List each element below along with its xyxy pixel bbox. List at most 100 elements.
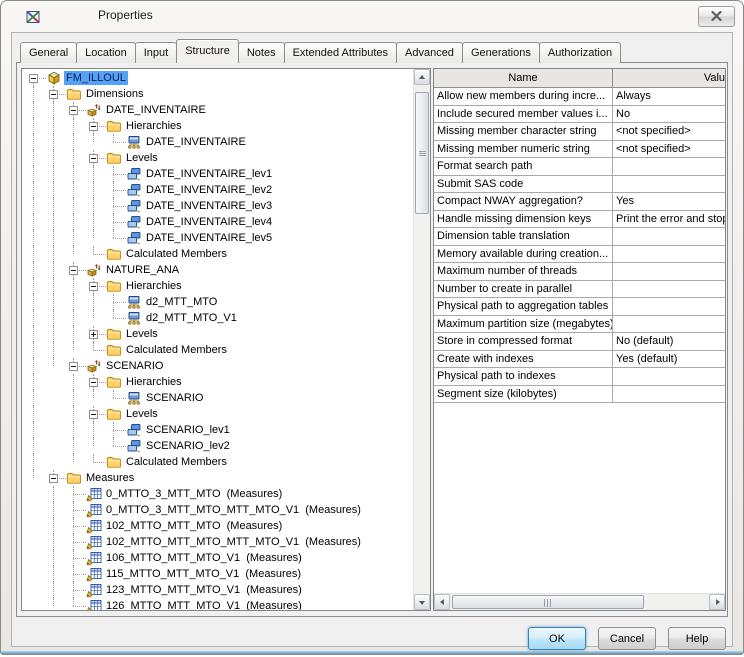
tree-node[interactable]: SCENARIO bbox=[22, 358, 413, 374]
cancel-button[interactable]: Cancel bbox=[598, 627, 656, 650]
property-row[interactable]: Maximum partition size (megabytes) bbox=[434, 316, 726, 334]
property-value-cell[interactable] bbox=[613, 368, 726, 386]
expander-minus-icon[interactable] bbox=[89, 282, 98, 291]
property-row[interactable]: Segment size (kilobytes) bbox=[434, 386, 726, 404]
property-value-cell[interactable]: Yes bbox=[613, 193, 726, 211]
ok-button[interactable]: OK bbox=[528, 627, 586, 650]
tree-node[interactable]: Calculated Members bbox=[22, 342, 413, 358]
property-row[interactable]: Format search path bbox=[434, 158, 726, 176]
expander-minus-icon[interactable] bbox=[49, 474, 58, 483]
close-button[interactable] bbox=[698, 6, 735, 27]
property-row[interactable]: Maximum number of threads bbox=[434, 263, 726, 281]
tree-node[interactable]: SCENARIO_lev1 bbox=[22, 422, 413, 438]
property-value-cell[interactable] bbox=[613, 246, 726, 264]
tree-node[interactable]: Hierarchies bbox=[22, 374, 413, 390]
tree-node[interactable]: d2_MTT_MTO bbox=[22, 294, 413, 310]
property-row[interactable]: Physical path to indexes bbox=[434, 368, 726, 386]
property-value-cell[interactable] bbox=[613, 316, 726, 334]
tree-node[interactable]: DATE_INVENTAIRE_lev5 bbox=[22, 230, 413, 246]
expander-plus-icon[interactable] bbox=[89, 330, 98, 339]
tree-node[interactable]: 106_MTTO_MTT_MTO_V1 (Measures) bbox=[22, 550, 413, 566]
expander-minus-icon[interactable] bbox=[69, 362, 78, 371]
scroll-down-button[interactable] bbox=[414, 594, 430, 610]
tab-advanced[interactable]: Advanced bbox=[396, 42, 463, 63]
property-value-cell[interactable]: Always bbox=[613, 88, 726, 106]
tree-node[interactable]: 126_MTTO_MTT_MTO_V1 (Measures) bbox=[22, 598, 413, 610]
property-row[interactable]: Physical path to aggregation tables bbox=[434, 298, 726, 316]
tree-node[interactable]: Levels bbox=[22, 406, 413, 422]
tree-node[interactable]: DATE_INVENTAIRE_lev2 bbox=[22, 182, 413, 198]
column-header-value[interactable]: Value bbox=[613, 69, 726, 88]
property-row[interactable]: Number to create in parallel bbox=[434, 281, 726, 299]
tree-node[interactable]: DATE_INVENTAIRE bbox=[22, 102, 413, 118]
tab-structure[interactable]: Structure bbox=[176, 39, 239, 63]
tab-input[interactable]: Input bbox=[135, 42, 177, 63]
tree-node[interactable]: 102_MTTO_MTT_MTO_MTT_MTO_V1 (Measures) bbox=[22, 534, 413, 550]
property-row[interactable]: Store in compressed formatNo (default) bbox=[434, 333, 726, 351]
tree-node[interactable]: Dimensions bbox=[22, 86, 413, 102]
tree-node[interactable]: Hierarchies bbox=[22, 118, 413, 134]
property-row[interactable]: Dimension table translation bbox=[434, 228, 726, 246]
property-row[interactable]: Create with indexesYes (default) bbox=[434, 351, 726, 369]
scroll-left-button[interactable] bbox=[434, 594, 450, 610]
property-value-cell[interactable]: <not specified> bbox=[613, 141, 726, 159]
scroll-up-button[interactable] bbox=[414, 69, 430, 85]
scrollbar-thumb[interactable] bbox=[415, 92, 429, 214]
tree-node[interactable]: d2_MTT_MTO_V1 bbox=[22, 310, 413, 326]
property-value-cell[interactable] bbox=[613, 228, 726, 246]
property-row[interactable]: Submit SAS code bbox=[434, 176, 726, 194]
scroll-right-button[interactable] bbox=[709, 594, 725, 610]
property-value-cell[interactable] bbox=[613, 263, 726, 281]
tree-node[interactable]: Hierarchies bbox=[22, 278, 413, 294]
expander-minus-icon[interactable] bbox=[69, 266, 78, 275]
column-header-name[interactable]: Name bbox=[434, 69, 613, 88]
property-value-cell[interactable]: No (default) bbox=[613, 333, 726, 351]
property-row[interactable]: Memory available during creation... bbox=[434, 246, 726, 264]
tree-node[interactable]: 115_MTTO_MTT_MTO_V1 (Measures) bbox=[22, 566, 413, 582]
tab-extended-attributes[interactable]: Extended Attributes bbox=[284, 42, 397, 63]
title-bar[interactable]: Properties bbox=[1, 1, 743, 32]
property-row[interactable]: Allow new members during incre...Always bbox=[434, 88, 726, 106]
property-value-cell[interactable] bbox=[613, 176, 726, 194]
expander-minus-icon[interactable] bbox=[49, 90, 58, 99]
property-value-cell[interactable]: Print the error and stop bbox=[613, 211, 726, 229]
tree-node[interactable]: DATE_INVENTAIRE_lev3 bbox=[22, 198, 413, 214]
property-row[interactable]: Handle missing dimension keysPrint the e… bbox=[434, 211, 726, 229]
tab-authorization[interactable]: Authorization bbox=[539, 42, 621, 63]
expander-minus-icon[interactable] bbox=[89, 410, 98, 419]
tree-node[interactable]: 123_MTTO_MTT_MTO_V1 (Measures) bbox=[22, 582, 413, 598]
property-value-cell[interactable]: Yes (default) bbox=[613, 351, 726, 369]
property-row[interactable]: Include secured member values i...No bbox=[434, 106, 726, 124]
tree-vertical-scrollbar[interactable] bbox=[413, 69, 430, 610]
tab-notes[interactable]: Notes bbox=[238, 42, 285, 63]
scrollbar-thumb[interactable] bbox=[452, 595, 644, 609]
help-button[interactable]: Help bbox=[668, 627, 726, 650]
tree-node[interactable]: DATE_INVENTAIRE_lev4 bbox=[22, 214, 413, 230]
property-row[interactable]: Missing member numeric string<not specif… bbox=[434, 141, 726, 159]
tree-node[interactable]: DATE_INVENTAIRE_lev1 bbox=[22, 166, 413, 182]
expander-minus-icon[interactable] bbox=[89, 378, 98, 387]
property-row[interactable]: Missing member character string<not spec… bbox=[434, 123, 726, 141]
tree-node[interactable]: 0_MTTO_3_MTT_MTO (Measures) bbox=[22, 486, 413, 502]
tree-node[interactable]: SCENARIO_lev2 bbox=[22, 438, 413, 454]
property-value-cell[interactable] bbox=[613, 386, 726, 404]
tree-node[interactable]: 0_MTTO_3_MTT_MTO_MTT_MTO_V1 (Measures) bbox=[22, 502, 413, 518]
table-horizontal-scrollbar[interactable] bbox=[434, 593, 725, 610]
tab-generations[interactable]: Generations bbox=[462, 42, 540, 63]
tree-node[interactable]: Measures bbox=[22, 470, 413, 486]
expander-minus-icon[interactable] bbox=[89, 122, 98, 131]
property-row[interactable]: Compact NWAY aggregation?Yes bbox=[434, 193, 726, 211]
property-value-cell[interactable]: No bbox=[613, 106, 726, 124]
tree-node[interactable]: Calculated Members bbox=[22, 454, 413, 470]
tree-node[interactable]: SCENARIO bbox=[22, 390, 413, 406]
tree-node[interactable]: NATURE_ANA bbox=[22, 262, 413, 278]
tree-node[interactable]: Levels bbox=[22, 150, 413, 166]
property-value-cell[interactable] bbox=[613, 298, 726, 316]
tree-node[interactable]: 102_MTTO_MTT_MTO (Measures) bbox=[22, 518, 413, 534]
property-value-cell[interactable]: <not specified> bbox=[613, 123, 726, 141]
expander-minus-icon[interactable] bbox=[89, 154, 98, 163]
tree-node[interactable]: FM_ILLOUL bbox=[22, 70, 413, 86]
property-value-cell[interactable] bbox=[613, 158, 726, 176]
tab-location[interactable]: Location bbox=[76, 42, 136, 63]
expander-minus-icon[interactable] bbox=[29, 74, 38, 83]
